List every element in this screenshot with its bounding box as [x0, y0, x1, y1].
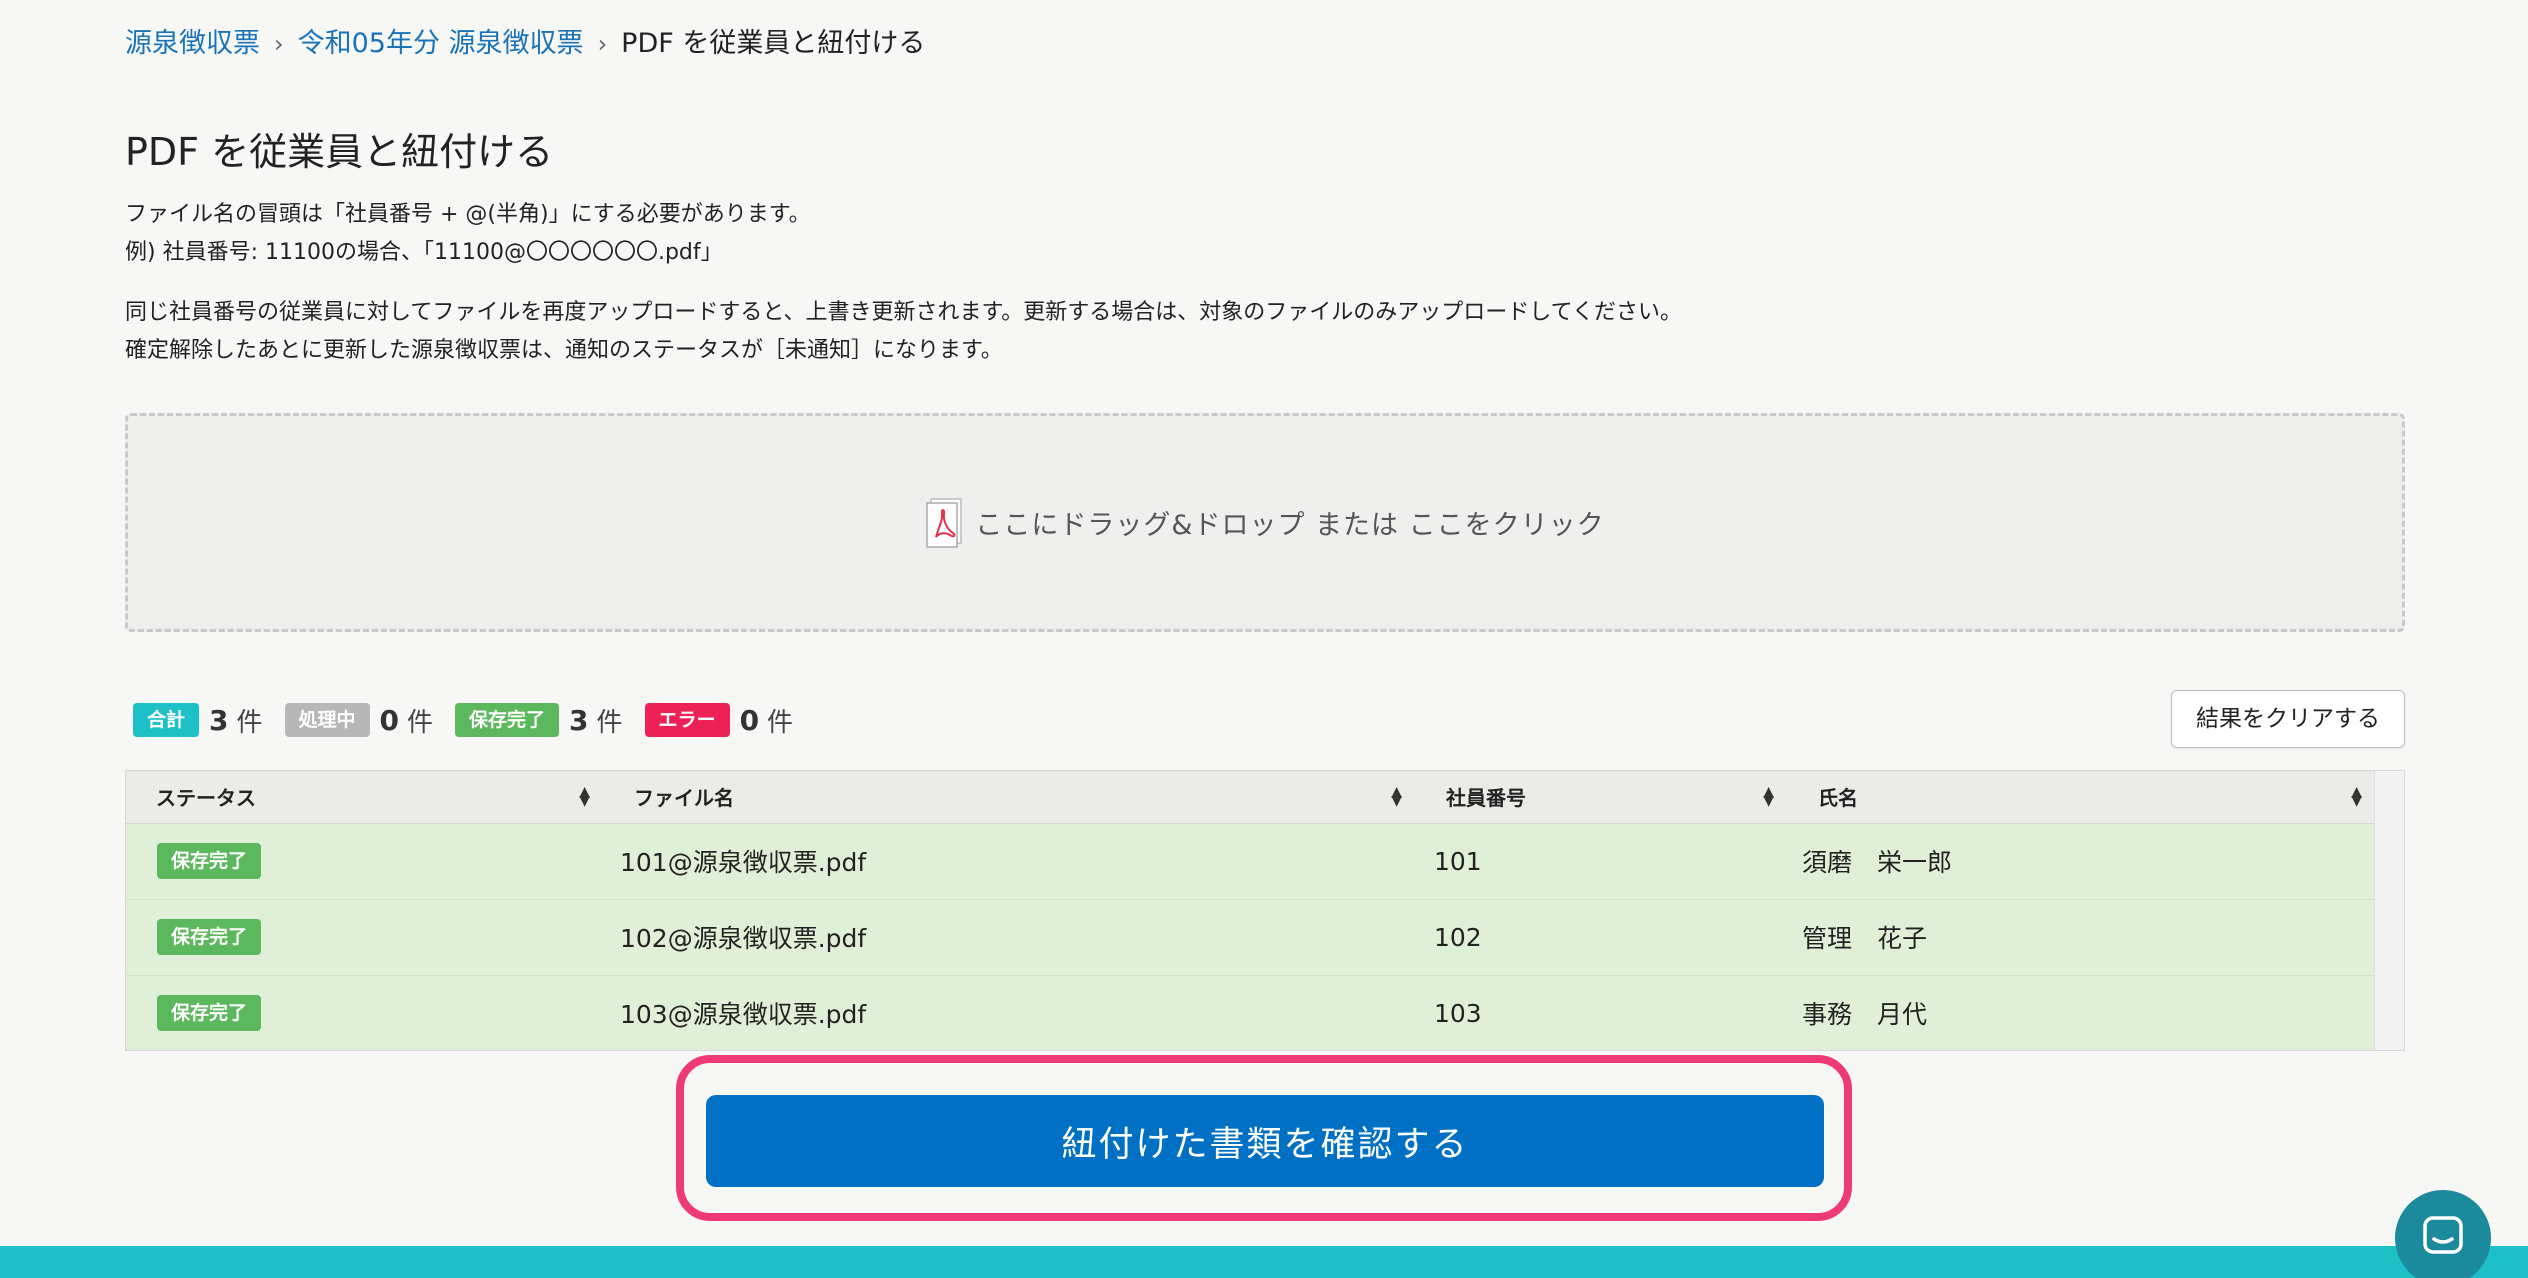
table-row: 保存完了 102@源泉徴収票.pdf 102 管理 花子	[126, 899, 2376, 975]
saved-badge: 保存完了	[455, 703, 560, 737]
count-unit: 件	[767, 707, 794, 738]
processing-count: 0	[379, 703, 400, 737]
employee-number-cell: 101	[1434, 846, 1482, 876]
column-header-number[interactable]: 社員番号 ▲ ▼	[1416, 771, 1788, 824]
breadcrumb-current: PDF を従業員と紐付ける	[621, 28, 926, 59]
upload-results-table: ステータス ▲ ▼ ファイル名 ▲ ▼ 社員番号 ▲ ▼ 氏名 ▲ ▼ 保存完了 101@源泉徴…	[125, 770, 2405, 1051]
chat-support-button[interactable]	[2395, 1190, 2491, 1278]
sort-icon[interactable]: ▲ ▼	[579, 785, 590, 808]
sort-icon[interactable]: ▲ ▼	[1391, 785, 1402, 808]
status-note-text: 確定解除したあとに更新した源泉徴収票は、通知のステータスが［未通知］になります。	[125, 338, 1003, 363]
file-name-cell: 103@源泉徴収票.pdf	[620, 1000, 867, 1029]
employee-name-cell: 管理 花子	[1802, 924, 1928, 953]
saved-count: 3	[569, 703, 589, 737]
status-badge: 保存完了	[157, 995, 262, 1031]
table-row: 保存完了 103@源泉徴収票.pdf 103 事務 月代	[126, 975, 2376, 1050]
chevron-right-icon: ›	[274, 30, 284, 58]
error-count: 0	[739, 703, 760, 737]
status-badge: 保存完了	[157, 919, 262, 955]
status-badge: 保存完了	[157, 843, 262, 879]
count-unit: 件	[596, 707, 623, 738]
chat-icon	[2421, 1214, 2465, 1262]
file-name-cell: 102@源泉徴収票.pdf	[620, 924, 867, 953]
employee-name-cell: 須磨 栄一郎	[1802, 848, 1953, 877]
sort-icon[interactable]: ▲ ▼	[2351, 785, 2362, 808]
filename-example-text: 例) 社員番号: 11100の場合、「11100@〇〇〇〇〇〇.pdf」	[125, 240, 723, 265]
processing-badge: 処理中	[284, 703, 370, 737]
filename-instructions: ファイル名の冒頭は「社員番号 + @(半角)」にする必要があります。 例) 社員…	[125, 196, 811, 272]
breadcrumb-link-withholding[interactable]: 源泉徴収票	[125, 24, 260, 64]
column-header-label: 社員番号	[1446, 786, 1526, 811]
column-header-status[interactable]: ステータス ▲ ▼	[126, 771, 604, 824]
page-title: PDF を従業員と紐付ける	[125, 130, 554, 174]
sort-icon[interactable]: ▲ ▼	[1763, 785, 1774, 808]
table-header-row: ステータス ▲ ▼ ファイル名 ▲ ▼ 社員番号 ▲ ▼ 氏名 ▲ ▼	[126, 771, 2376, 824]
breadcrumb: 源泉徴収票 › 令和05年分 源泉徴収票 › PDF を従業員と紐付ける	[125, 24, 925, 64]
column-header-label: ファイル名	[634, 786, 734, 811]
error-badge: エラー	[644, 703, 730, 737]
column-header-label: 氏名	[1818, 786, 1858, 811]
confirm-linked-documents-button[interactable]: 紐付けた書類を確認する	[706, 1095, 1824, 1187]
file-dropzone[interactable]: ここにドラッグ&ドロップ または ここをクリック	[125, 413, 2405, 632]
filename-rule-text: ファイル名の冒頭は「社員番号 + @(半角)」にする必要があります。	[125, 202, 811, 227]
dropzone-label: ここにドラッグ&ドロップ または ここをクリック	[975, 510, 1605, 541]
footer-bar	[0, 1246, 2528, 1278]
table-row: 保存完了 101@源泉徴収票.pdf 101 須磨 栄一郎	[126, 823, 2376, 899]
chevron-right-icon: ›	[597, 30, 608, 58]
count-unit: 件	[407, 707, 434, 738]
count-unit: 件	[236, 707, 263, 738]
column-header-file[interactable]: ファイル名 ▲ ▼	[604, 771, 1416, 824]
clear-results-button[interactable]: 結果をクリアする	[2171, 690, 2405, 748]
total-count: 3	[209, 703, 229, 737]
update-notes: 同じ社員番号の従業員に対してファイルを再度アップロードすると、上書き更新されます…	[125, 294, 1682, 370]
pdf-file-icon	[925, 497, 965, 549]
employee-number-cell: 103	[1434, 998, 1482, 1028]
employee-name-cell: 事務 月代	[1802, 1000, 1928, 1029]
employee-number-cell: 102	[1434, 922, 1482, 952]
total-badge: 合計	[133, 703, 200, 737]
upload-summary: 合計 3 件 処理中 0 件 保存完了 3 件 エラー 0 件	[133, 700, 815, 740]
overwrite-note-text: 同じ社員番号の従業員に対してファイルを再度アップロードすると、上書き更新されます…	[125, 300, 1682, 325]
file-name-cell: 101@源泉徴収票.pdf	[620, 848, 867, 877]
column-header-name[interactable]: 氏名 ▲ ▼	[1788, 771, 2376, 824]
breadcrumb-link-year[interactable]: 令和05年分 源泉徴収票	[298, 24, 584, 64]
table-scrollbar[interactable]	[2374, 771, 2404, 1050]
column-header-label: ステータス	[156, 786, 256, 811]
